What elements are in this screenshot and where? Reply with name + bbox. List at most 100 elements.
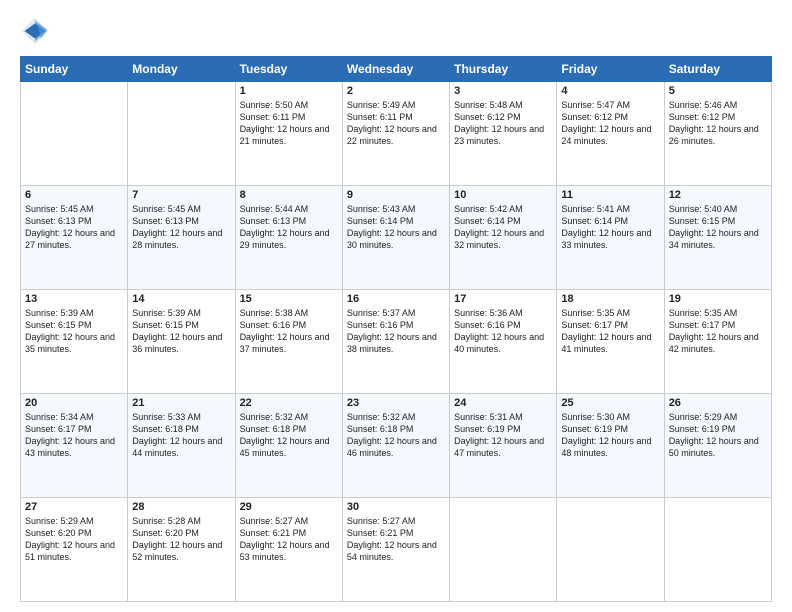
day-cell: 12 Sunrise: 5:40 AM Sunset: 6:15 PM Dayli… <box>664 186 771 290</box>
day-info: Sunrise: 5:36 AM Sunset: 6:16 PM Dayligh… <box>454 307 552 356</box>
day-number: 25 <box>561 397 659 409</box>
weekday-header-sunday: Sunday <box>21 57 128 82</box>
week-row-0: 1Sunrise: 5:50 AM Sunset: 6:11 PM Daylig… <box>21 82 772 186</box>
day-info: Sunrise: 5:42 AM Sunset: 6:14 PM Dayligh… <box>454 203 552 252</box>
weekday-header-tuesday: Tuesday <box>235 57 342 82</box>
day-info: Sunrise: 5:38 AM Sunset: 6:16 PM Dayligh… <box>240 307 338 356</box>
week-row-2: 13 Sunrise: 5:39 AM Sunset: 6:15 PM Dayli… <box>21 290 772 394</box>
day-info: Sunrise: 5:30 AM Sunset: 6:19 PM Dayligh… <box>561 411 659 460</box>
day-info: Sunrise: 5:39 AM Sunset: 6:15 PM Dayligh… <box>25 307 123 356</box>
day-cell: 13 Sunrise: 5:39 AM Sunset: 6:15 PM Dayli… <box>21 290 128 394</box>
calendar-table: SundayMondayTuesdayWednesdayThursdayFrid… <box>20 56 772 602</box>
day-cell: 8 Sunrise: 5:44 AM Sunset: 6:13 PM Daylig… <box>235 186 342 290</box>
day-number: 18 <box>561 293 659 305</box>
day-info: Sunrise: 5:27 AM Sunset: 6:21 PM Dayligh… <box>347 515 445 564</box>
day-cell: 15 Sunrise: 5:38 AM Sunset: 6:16 PM Dayli… <box>235 290 342 394</box>
day-cell: 17 Sunrise: 5:36 AM Sunset: 6:16 PM Dayli… <box>450 290 557 394</box>
day-info: Sunrise: 5:31 AM Sunset: 6:19 PM Dayligh… <box>454 411 552 460</box>
day-cell: 27 Sunrise: 5:29 AM Sunset: 6:20 PM Dayli… <box>21 498 128 602</box>
day-info: Sunrise: 5:32 AM Sunset: 6:18 PM Dayligh… <box>240 411 338 460</box>
day-cell: 16 Sunrise: 5:37 AM Sunset: 6:16 PM Dayli… <box>342 290 449 394</box>
day-cell: 6Sunrise: 5:45 AM Sunset: 6:13 PM Daylig… <box>21 186 128 290</box>
day-number: 13 <box>25 293 123 305</box>
day-info: Sunrise: 5:40 AM Sunset: 6:15 PM Dayligh… <box>669 203 767 252</box>
day-cell <box>128 82 235 186</box>
day-info: Sunrise: 5:44 AM Sunset: 6:13 PM Dayligh… <box>240 203 338 252</box>
day-number: 17 <box>454 293 552 305</box>
day-cell: 19 Sunrise: 5:35 AM Sunset: 6:17 PM Dayli… <box>664 290 771 394</box>
day-cell: 7Sunrise: 5:45 AM Sunset: 6:13 PM Daylig… <box>128 186 235 290</box>
day-info: Sunrise: 5:29 AM Sunset: 6:19 PM Dayligh… <box>669 411 767 460</box>
day-number: 8 <box>240 189 338 201</box>
day-number: 23 <box>347 397 445 409</box>
day-info: Sunrise: 5:34 AM Sunset: 6:17 PM Dayligh… <box>25 411 123 460</box>
day-cell: 5 Sunrise: 5:46 AM Sunset: 6:12 PM Daylig… <box>664 82 771 186</box>
day-cell: 9 Sunrise: 5:43 AM Sunset: 6:14 PM Daylig… <box>342 186 449 290</box>
day-number: 21 <box>132 397 230 409</box>
day-number: 3 <box>454 85 552 97</box>
day-info: Sunrise: 5:43 AM Sunset: 6:14 PM Dayligh… <box>347 203 445 252</box>
day-cell: 2Sunrise: 5:49 AM Sunset: 6:11 PM Daylig… <box>342 82 449 186</box>
logo <box>20 16 54 46</box>
day-number: 2 <box>347 85 445 97</box>
day-number: 10 <box>454 189 552 201</box>
day-cell: 30 Sunrise: 5:27 AM Sunset: 6:21 PM Dayli… <box>342 498 449 602</box>
day-info: Sunrise: 5:50 AM Sunset: 6:11 PM Dayligh… <box>240 99 338 148</box>
day-number: 12 <box>669 189 767 201</box>
week-row-4: 27 Sunrise: 5:29 AM Sunset: 6:20 PM Dayli… <box>21 498 772 602</box>
day-cell <box>557 498 664 602</box>
weekday-header-row: SundayMondayTuesdayWednesdayThursdayFrid… <box>21 57 772 82</box>
day-number: 30 <box>347 501 445 513</box>
day-number: 24 <box>454 397 552 409</box>
day-cell: 24 Sunrise: 5:31 AM Sunset: 6:19 PM Dayli… <box>450 394 557 498</box>
day-number: 29 <box>240 501 338 513</box>
day-number: 5 <box>669 85 767 97</box>
day-cell: 14Sunrise: 5:39 AM Sunset: 6:15 PM Dayli… <box>128 290 235 394</box>
day-info: Sunrise: 5:41 AM Sunset: 6:14 PM Dayligh… <box>561 203 659 252</box>
day-number: 28 <box>132 501 230 513</box>
weekday-header-wednesday: Wednesday <box>342 57 449 82</box>
day-number: 27 <box>25 501 123 513</box>
day-cell <box>21 82 128 186</box>
day-cell: 23 Sunrise: 5:32 AM Sunset: 6:18 PM Dayli… <box>342 394 449 498</box>
day-cell: 25 Sunrise: 5:30 AM Sunset: 6:19 PM Dayli… <box>557 394 664 498</box>
day-cell: 11 Sunrise: 5:41 AM Sunset: 6:14 PM Dayli… <box>557 186 664 290</box>
day-info: Sunrise: 5:32 AM Sunset: 6:18 PM Dayligh… <box>347 411 445 460</box>
day-cell <box>450 498 557 602</box>
day-info: Sunrise: 5:29 AM Sunset: 6:20 PM Dayligh… <box>25 515 123 564</box>
header <box>20 16 772 46</box>
week-row-3: 20 Sunrise: 5:34 AM Sunset: 6:17 PM Dayli… <box>21 394 772 498</box>
day-cell: 21 Sunrise: 5:33 AM Sunset: 6:18 PM Dayli… <box>128 394 235 498</box>
day-number: 4 <box>561 85 659 97</box>
logo-icon <box>20 16 50 46</box>
day-number: 19 <box>669 293 767 305</box>
day-cell: 4Sunrise: 5:47 AM Sunset: 6:12 PM Daylig… <box>557 82 664 186</box>
weekday-header-saturday: Saturday <box>664 57 771 82</box>
page: SundayMondayTuesdayWednesdayThursdayFrid… <box>0 0 792 612</box>
day-number: 20 <box>25 397 123 409</box>
weekday-header-monday: Monday <box>128 57 235 82</box>
day-info: Sunrise: 5:27 AM Sunset: 6:21 PM Dayligh… <box>240 515 338 564</box>
week-row-1: 6 Sunrise: 5:45 AM Sunset: 6:13 PM Daylig… <box>21 186 772 290</box>
day-cell: 26 Sunrise: 5:29 AM Sunset: 6:19 PM Dayli… <box>664 394 771 498</box>
day-info: Sunrise: 5:35 AM Sunset: 6:17 PM Dayligh… <box>669 307 767 356</box>
day-number: 15 <box>240 293 338 305</box>
day-cell: 3Sunrise: 5:48 AM Sunset: 6:12 PM Daylig… <box>450 82 557 186</box>
day-number: 26 <box>669 397 767 409</box>
day-number: 16 <box>347 293 445 305</box>
day-cell: 22 Sunrise: 5:32 AM Sunset: 6:18 PM Dayli… <box>235 394 342 498</box>
day-cell: 1Sunrise: 5:50 AM Sunset: 6:11 PM Daylig… <box>235 82 342 186</box>
day-info: Sunrise: 5:37 AM Sunset: 6:16 PM Dayligh… <box>347 307 445 356</box>
day-cell <box>664 498 771 602</box>
weekday-header-thursday: Thursday <box>450 57 557 82</box>
day-cell: 20 Sunrise: 5:34 AM Sunset: 6:17 PM Dayli… <box>21 394 128 498</box>
day-number: 11 <box>561 189 659 201</box>
day-number: 6 <box>25 189 123 201</box>
day-info: Sunrise: 5:46 AM Sunset: 6:12 PM Dayligh… <box>669 99 767 148</box>
day-info: Sunrise: 5:33 AM Sunset: 6:18 PM Dayligh… <box>132 411 230 460</box>
day-cell: 10 Sunrise: 5:42 AM Sunset: 6:14 PM Dayli… <box>450 186 557 290</box>
day-number: 22 <box>240 397 338 409</box>
day-number: 9 <box>347 189 445 201</box>
day-info: Sunrise: 5:45 AM Sunset: 6:13 PM Dayligh… <box>132 203 230 252</box>
day-cell: 28Sunrise: 5:28 AM Sunset: 6:20 PM Dayli… <box>128 498 235 602</box>
